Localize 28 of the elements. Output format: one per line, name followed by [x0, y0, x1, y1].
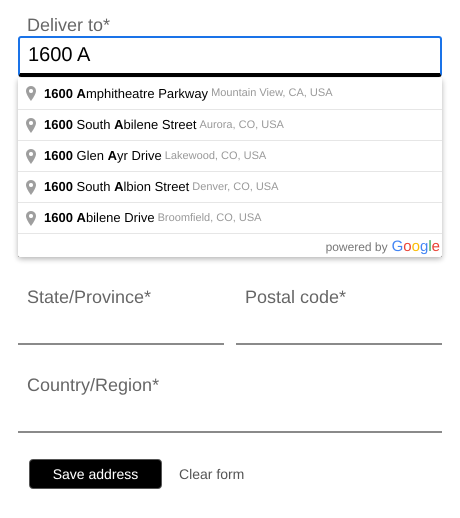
suggestion-address: 1600 Glen Ayr Drive: [44, 147, 162, 166]
suggestion-address: 1600 Amphitheatre Parkway: [44, 84, 208, 103]
suggestion-locality: Broomfield, CO, USA: [158, 210, 262, 226]
map-pin-icon: [26, 148, 36, 164]
suggestion-item[interactable]: 1600 Amphitheatre Parkway Mountain View, CA, USA: [18, 78, 442, 109]
map-pin-icon: [26, 210, 36, 226]
suggestion-item[interactable]: 1600 Glen Ayr Drive Lakewood, CO, USA: [18, 140, 442, 171]
suggestion-address: 1600 South Abilene Street: [44, 116, 197, 134]
field-label: Postal code*: [244, 286, 348, 309]
save-button[interactable]: Save address: [29, 459, 162, 489]
map-pin-icon: [26, 86, 36, 101]
google-logo: Google: [392, 237, 440, 257]
suggestion-address: 1600 Abilene Drive: [44, 209, 155, 228]
map-pin-icon: [26, 180, 36, 194]
suggestion-address: 1600 South Albion Street: [44, 178, 190, 196]
suggestion-locality: Aurora, CO, USA: [200, 118, 284, 133]
field-label: Country/Region*: [26, 374, 160, 397]
suggestion-item[interactable]: 1600 South Albion Street Denver, CO, USA: [18, 171, 442, 202]
field-label: State/Province*: [26, 286, 152, 309]
clear-form-link[interactable]: Clear form: [179, 464, 244, 484]
attribution-text: powered by: [326, 239, 388, 256]
field-label: Deliver to*: [26, 14, 112, 37]
suggestion-item[interactable]: 1600 Abilene Drive Broomfield, CO, USA: [18, 202, 442, 233]
suggestion-locality: Lakewood, CO, USA: [164, 148, 266, 164]
suggestion-locality: Denver, CO, USA: [192, 180, 278, 195]
map-pin-icon: [26, 118, 36, 132]
suggestion-locality: Mountain View, CA, USA: [211, 86, 333, 102]
suggestion-item[interactable]: 1600 South Abilene Street Aurora, CO, USA: [18, 109, 442, 140]
